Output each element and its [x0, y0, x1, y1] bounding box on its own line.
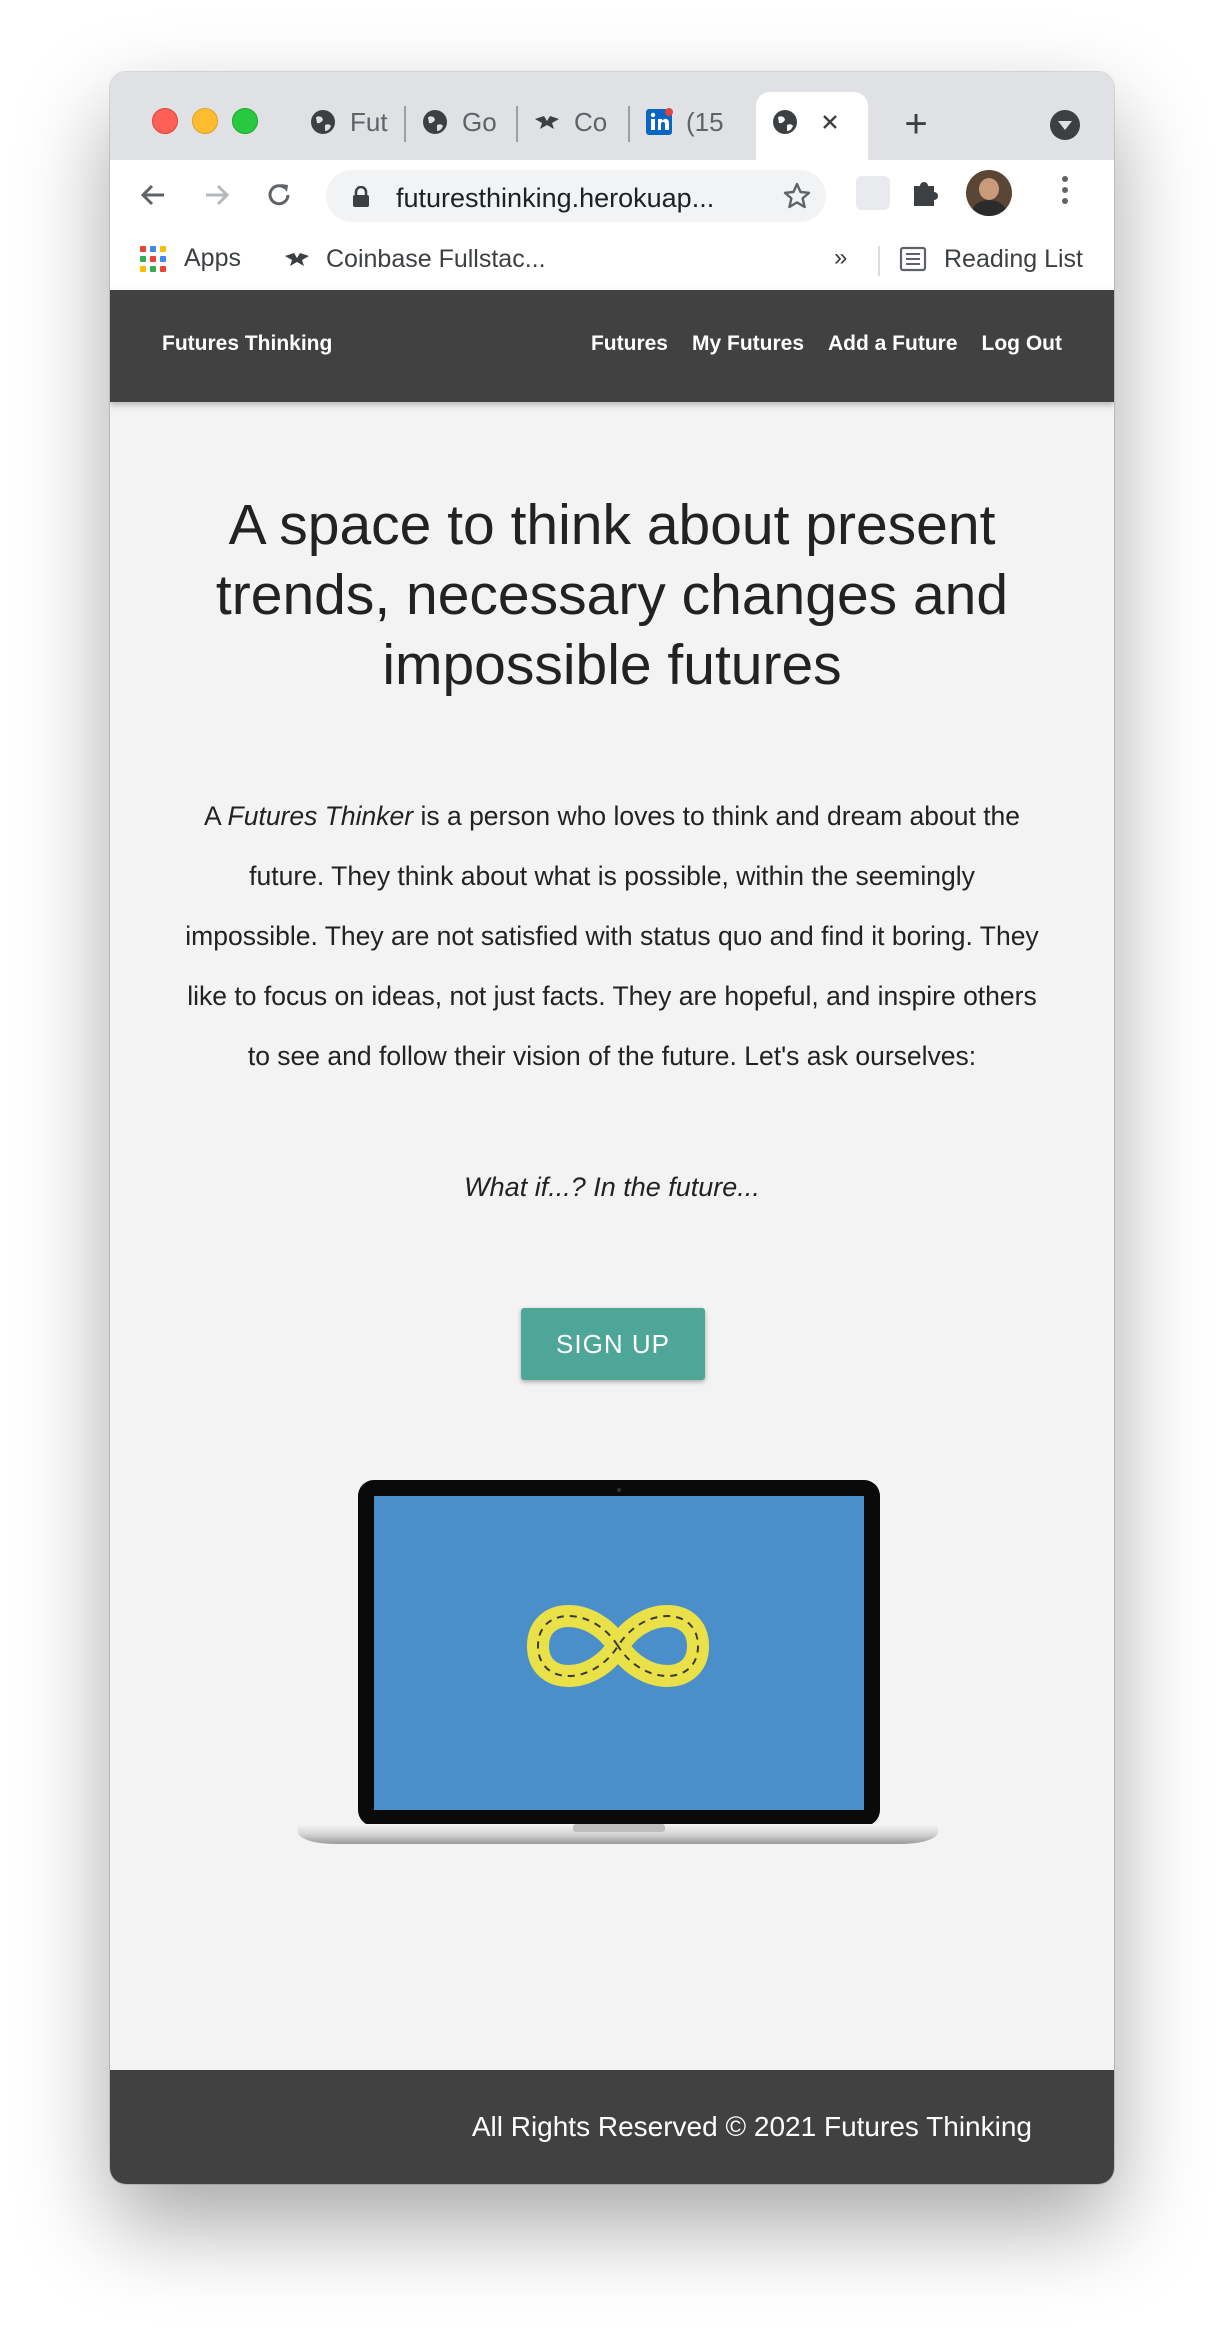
site-footer: All Rights Reserved © 2021 Futures Think…	[110, 2070, 1114, 2184]
profile-avatar[interactable]	[966, 170, 1012, 216]
site-nav-links: Futures My Futures Add a Future Log Out	[591, 332, 1062, 356]
tab-linkedin[interactable]: (15	[644, 100, 732, 144]
page-headline: A space to think about present trends, n…	[215, 493, 1009, 697]
tab-separator	[628, 106, 630, 142]
tab-title: Go	[462, 106, 497, 137]
intro-prefix: A	[203, 801, 228, 831]
url-text: futuresthinking.herokuap...	[396, 183, 715, 213]
tab-title: (15	[686, 106, 724, 137]
bookmark-coinbase[interactable]: Coinbase Fullstac...	[282, 244, 546, 274]
laptop-infinity-illustration	[298, 1480, 938, 1844]
window-close-button[interactable]	[152, 108, 178, 134]
bookmark-star-icon[interactable]	[782, 181, 812, 211]
footer-copyright: All Rights Reserved © 2021 Futures Think…	[471, 2111, 1032, 2142]
tab-google[interactable]: Go	[420, 100, 508, 144]
react-devtools-icon[interactable]	[856, 176, 890, 210]
globe-icon	[773, 110, 797, 134]
tab-separator	[404, 106, 406, 142]
bookmarks-bar: Apps Coinbase Fullstac... » Reading List	[110, 230, 1114, 290]
nav-link-log-out[interactable]: Log Out	[982, 332, 1062, 356]
question-text: What if...? In the future...	[464, 1172, 760, 1202]
new-tab-button[interactable]: +	[894, 102, 938, 146]
arrow-left-icon	[140, 184, 164, 206]
tab-futures[interactable]: Fut	[308, 100, 396, 144]
site-brand-link[interactable]: Futures Thinking	[162, 332, 332, 356]
bookmarks-overflow-button[interactable]: »	[834, 244, 847, 272]
bookmarks-overflow-label: »	[834, 244, 848, 271]
tab-title: Fut	[350, 106, 388, 137]
intro-paragraph: A Futures Thinker is a person who loves …	[180, 786, 1044, 1086]
reload-icon	[268, 184, 290, 206]
reading-list-icon	[899, 246, 927, 272]
laptop-hinge-notch	[573, 1824, 665, 1832]
sign-up-button[interactable]: SIGN UP	[521, 1308, 705, 1380]
globe-icon	[311, 110, 335, 134]
tab-strip: Fut Go Co (15 +	[110, 72, 1114, 160]
laptop-camera	[617, 1488, 621, 1492]
nav-link-add-future[interactable]: Add a Future	[828, 332, 958, 356]
reading-list-button[interactable]: Reading List	[898, 244, 1083, 274]
coinbase-logo-icon	[535, 116, 559, 129]
intro-rest: is a person who loves to think and dream…	[185, 801, 1039, 1071]
linkedin-icon	[646, 108, 673, 135]
globe-icon	[423, 110, 447, 134]
address-bar[interactable]: futuresthinking.herokuap...	[326, 170, 826, 222]
tab-coinbase[interactable]: Co	[532, 100, 620, 144]
bookmark-apps[interactable]: Apps	[140, 244, 241, 273]
extensions-puzzle-icon[interactable]	[908, 174, 944, 210]
window-minimize-button[interactable]	[192, 108, 218, 134]
lock-icon	[353, 186, 369, 207]
bookmarks-divider	[878, 246, 880, 276]
bookmark-apps-label: Apps	[184, 244, 241, 272]
intro-emphasis: Futures Thinker	[227, 801, 414, 831]
bookmark-coinbase-label: Coinbase Fullstac...	[326, 244, 546, 273]
reload-button[interactable]	[254, 170, 304, 220]
browser-toolbar: futuresthinking.herokuap...	[110, 160, 1114, 230]
nav-link-futures[interactable]: Futures	[591, 332, 668, 356]
tab-separator	[516, 106, 518, 142]
coinbase-logo-icon	[285, 253, 309, 266]
site-navbar: Futures Thinking Futures My Futures Add …	[110, 290, 1114, 402]
reading-list-label: Reading List	[944, 244, 1083, 273]
close-tab-icon[interactable]	[820, 112, 840, 132]
tab-title: Co	[574, 106, 608, 137]
forward-button[interactable]	[192, 170, 242, 220]
tab-search-icon[interactable]	[1050, 110, 1080, 140]
tab-current[interactable]	[770, 100, 860, 144]
back-button[interactable]	[128, 170, 178, 220]
browser-window: Fut Go Co (15 + futuresthinking.herokuap…	[110, 72, 1114, 2184]
arrow-right-icon	[206, 184, 230, 206]
apps-grid-icon	[140, 245, 166, 272]
nav-link-my-futures[interactable]: My Futures	[692, 332, 804, 356]
window-maximize-button[interactable]	[232, 108, 258, 134]
browser-menu-icon[interactable]	[1060, 176, 1070, 212]
